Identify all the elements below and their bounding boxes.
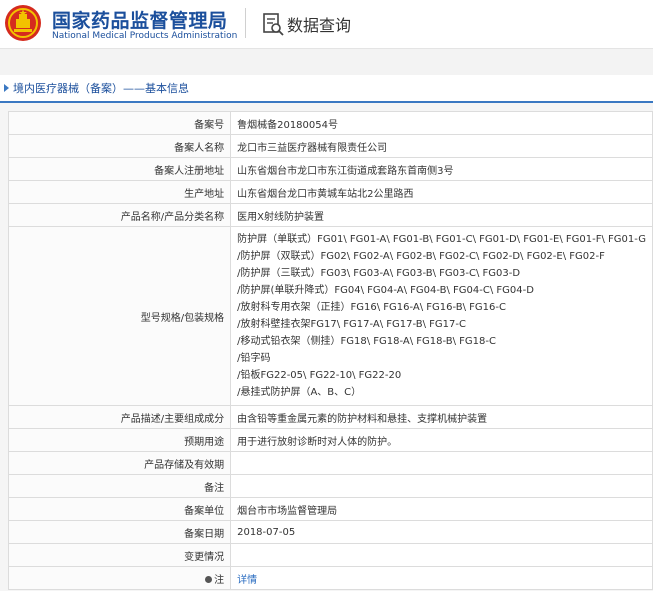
nmpa-emblem-icon (5, 5, 41, 41)
table-row: 备案日期 2018-07-05 (7, 520, 653, 544)
row-value: 山东省烟台市龙口市东江街道成套路东首南侧3号 (230, 157, 653, 181)
document-search-icon (263, 13, 284, 36)
row-label: 备案单位 (7, 497, 232, 521)
row-value: 医用X射线防护装置 (230, 203, 653, 227)
note-icon (205, 576, 213, 583)
row-label: 变更情况 (7, 543, 232, 567)
table-row: 预期用途 用于进行放射诊断时对人体的防护。 (7, 428, 653, 452)
detail-panel: 备案号 鲁烟械备20180054号 备案人名称 龙口市三益医疗器械有限责任公司 备案人注… (0, 103, 653, 591)
row-value: 详情 (230, 566, 653, 590)
model-line: /防护屏（双联式）FG02\ FG02-A\ FG02-B\ FG02-C\ F… (237, 251, 605, 262)
row-label: 生产地址 (7, 180, 232, 204)
row-label: 产品名称/产品分类名称 (7, 203, 232, 227)
model-line: /防护屏(单联升降式）FG04\ FG04-A\ FG04-B\ FG04-C\… (237, 285, 534, 296)
site-subtitle: National Medical Products Administration (52, 31, 238, 41)
row-label: 备注 (7, 474, 232, 498)
caret-right-icon (4, 84, 9, 92)
model-line: /放射科专用衣架（正挂）FG16\ FG16-A\ FG16-B\ FG16-C (237, 302, 506, 313)
table-row: 备案人注册地址 山东省烟台市龙口市东江街道成套路东首南侧3号 (7, 157, 653, 181)
table-row-detail: 注 详情 (7, 566, 653, 590)
table-row: 备注 (7, 474, 653, 498)
table-row: 备案单位 烟台市市场监督管理局 (7, 497, 653, 521)
table-row: 产品存储及有效期 (7, 451, 653, 475)
model-line: /防护屏（三联式）FG03\ FG03-A\ FG03-B\ FG03-C\ F… (237, 268, 521, 279)
data-query-title[interactable]: 数据查询 (287, 12, 351, 36)
table-row: 变更情况 (7, 543, 653, 567)
row-value: 2018-07-05 (230, 520, 653, 544)
table-row: 产品描述/主要组成成分 由含铅等重金属元素的防护材料和悬挂、支撑机械护装置 (7, 405, 653, 429)
row-label: 预期用途 (7, 428, 232, 452)
header-spacer (0, 48, 653, 75)
row-label: 备案号 (7, 111, 232, 135)
model-line: /铅字码 (237, 353, 271, 364)
row-value: 山东省烟台龙口市黄城车站北2公里路西 (230, 180, 653, 204)
breadcrumb-bar: 境内医疗器械（备案）——基本信息 (0, 75, 653, 103)
row-label: 备案人名称 (7, 134, 232, 158)
row-label: 产品描述/主要组成成分 (7, 405, 232, 429)
row-label: 备案人注册地址 (7, 157, 232, 181)
row-value: 用于进行放射诊断时对人体的防护。 (230, 428, 653, 452)
row-value (230, 451, 653, 475)
row-label: 产品存储及有效期 (7, 451, 232, 475)
breadcrumb: 境内医疗器械（备案）——基本信息 (13, 82, 189, 95)
model-line: /悬挂式防护屏（A、B、C） (237, 387, 362, 398)
note-label: 注 (214, 574, 225, 586)
table-row: 备案号 鲁烟械备20180054号 (7, 111, 653, 135)
row-value: 鲁烟械备20180054号 (230, 111, 653, 135)
row-value (230, 543, 653, 567)
site-header: 国家药品监督管理局 National Medical Products Admi… (0, 0, 653, 48)
model-line: /放射科壁挂衣架FG17\ FG17-A\ FG17-B\ FG17-C (237, 319, 466, 330)
record-table: 备案号 鲁烟械备20180054号 备案人名称 龙口市三益医疗器械有限责任公司 备案人注… (7, 111, 653, 590)
row-value (230, 474, 653, 498)
model-spec-list: 防护屏（单联式）FG01\ FG01-A\ FG01-B\ FG01-C\ FG… (230, 226, 653, 406)
table-row: 生产地址 山东省烟台龙口市黄城车站北2公里路西 (7, 180, 653, 204)
row-label: 注 (7, 566, 232, 590)
model-line: /移动式铅衣架（侧挂）FG18\ FG18-A\ FG18-B\ FG18-C (237, 336, 496, 347)
row-value: 龙口市三益医疗器械有限责任公司 (230, 134, 653, 158)
row-label: 备案日期 (7, 520, 232, 544)
table-row: 产品名称/产品分类名称 医用X射线防护装置 (7, 203, 653, 227)
row-value: 烟台市市场监督管理局 (230, 497, 653, 521)
detail-link[interactable]: 详情 (237, 575, 257, 586)
table-row: 备案人名称 龙口市三益医疗器械有限责任公司 (7, 134, 653, 158)
model-line: /铅板FG22-05\ FG22-10\ FG22-20 (237, 370, 402, 381)
row-value: 由含铅等重金属元素的防护材料和悬挂、支撑机械护装置 (230, 405, 653, 429)
row-label: 型号规格/包装规格 (7, 226, 232, 406)
site-title: 国家药品监督管理局 (52, 10, 228, 32)
table-row-model: 型号规格/包装规格 防护屏（单联式）FG01\ FG01-A\ FG01-B\ … (7, 226, 653, 406)
model-line: 防护屏（单联式）FG01\ FG01-A\ FG01-B\ FG01-C\ FG… (237, 234, 646, 245)
header-divider (245, 8, 246, 38)
